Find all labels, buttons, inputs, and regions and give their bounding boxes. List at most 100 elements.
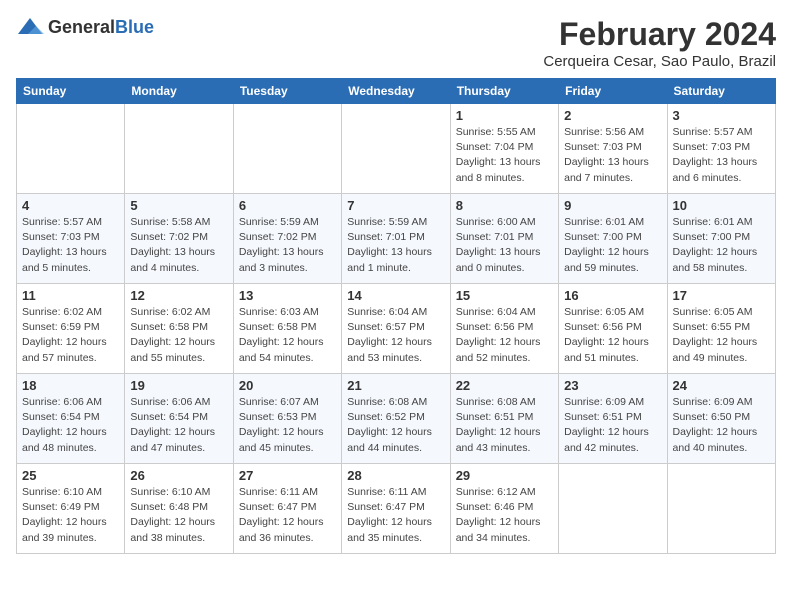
weekday-header-row: SundayMondayTuesdayWednesdayThursdayFrid… (17, 79, 776, 104)
day-cell: 16 Sunrise: 6:05 AM Sunset: 6:56 PM Dayli… (559, 284, 667, 374)
day-cell: 12 Sunrise: 6:02 AM Sunset: 6:58 PM Dayli… (125, 284, 233, 374)
day-cell: 5 Sunrise: 5:58 AM Sunset: 7:02 PM Daylig… (125, 194, 233, 284)
day-cell: 26 Sunrise: 6:10 AM Sunset: 6:48 PM Dayli… (125, 464, 233, 554)
day-cell: 9 Sunrise: 6:01 AM Sunset: 7:00 PM Daylig… (559, 194, 667, 284)
logo-blue: Blue (115, 17, 154, 37)
day-cell: 3 Sunrise: 5:57 AM Sunset: 7:03 PM Daylig… (667, 104, 775, 194)
weekday-friday: Friday (559, 79, 667, 104)
day-detail: Sunrise: 6:03 AM Sunset: 6:58 PM Dayligh… (239, 305, 336, 366)
weekday-monday: Monday (125, 79, 233, 104)
weekday-tuesday: Tuesday (233, 79, 341, 104)
weekday-thursday: Thursday (450, 79, 558, 104)
day-detail: Sunrise: 5:58 AM Sunset: 7:02 PM Dayligh… (130, 215, 227, 276)
day-cell: 28 Sunrise: 6:11 AM Sunset: 6:47 PM Dayli… (342, 464, 450, 554)
day-number: 29 (456, 468, 553, 483)
day-number: 20 (239, 378, 336, 393)
day-detail: Sunrise: 6:10 AM Sunset: 6:48 PM Dayligh… (130, 485, 227, 546)
day-detail: Sunrise: 5:59 AM Sunset: 7:02 PM Dayligh… (239, 215, 336, 276)
day-detail: Sunrise: 6:05 AM Sunset: 6:55 PM Dayligh… (673, 305, 770, 366)
day-cell: 11 Sunrise: 6:02 AM Sunset: 6:59 PM Dayli… (17, 284, 125, 374)
day-cell: 1Sunrise: 5:55 AM Sunset: 7:04 PM Daylig… (450, 104, 558, 194)
day-detail: Sunrise: 6:06 AM Sunset: 6:54 PM Dayligh… (130, 395, 227, 456)
day-detail: Sunrise: 5:59 AM Sunset: 7:01 PM Dayligh… (347, 215, 444, 276)
day-detail: Sunrise: 5:56 AM Sunset: 7:03 PM Dayligh… (564, 125, 661, 186)
day-cell: 7 Sunrise: 5:59 AM Sunset: 7:01 PM Daylig… (342, 194, 450, 284)
day-detail: Sunrise: 6:02 AM Sunset: 6:59 PM Dayligh… (22, 305, 119, 366)
day-detail: Sunrise: 6:09 AM Sunset: 6:51 PM Dayligh… (564, 395, 661, 456)
calendar-table: SundayMondayTuesdayWednesdayThursdayFrid… (16, 78, 776, 554)
day-detail: Sunrise: 6:07 AM Sunset: 6:53 PM Dayligh… (239, 395, 336, 456)
day-number: 16 (564, 288, 661, 303)
weekday-saturday: Saturday (667, 79, 775, 104)
day-detail: Sunrise: 5:55 AM Sunset: 7:04 PM Dayligh… (456, 125, 553, 186)
day-cell: 24Sunrise: 6:09 AM Sunset: 6:50 PM Dayli… (667, 374, 775, 464)
week-row-5: 25 Sunrise: 6:10 AM Sunset: 6:49 PM Dayli… (17, 464, 776, 554)
day-detail: Sunrise: 6:04 AM Sunset: 6:57 PM Dayligh… (347, 305, 444, 366)
day-cell (125, 104, 233, 194)
day-cell: 27Sunrise: 6:11 AM Sunset: 6:47 PM Dayli… (233, 464, 341, 554)
day-cell: 29 Sunrise: 6:12 AM Sunset: 6:46 PM Dayli… (450, 464, 558, 554)
week-row-2: 4Sunrise: 5:57 AM Sunset: 7:03 PM Daylig… (17, 194, 776, 284)
day-number: 17 (673, 288, 770, 303)
day-cell: 10Sunrise: 6:01 AM Sunset: 7:00 PM Dayli… (667, 194, 775, 284)
day-cell: 17 Sunrise: 6:05 AM Sunset: 6:55 PM Dayli… (667, 284, 775, 374)
logo-general: General (48, 17, 115, 37)
logo-icon (16, 16, 44, 38)
day-number: 26 (130, 468, 227, 483)
day-number: 19 (130, 378, 227, 393)
day-detail: Sunrise: 6:11 AM Sunset: 6:47 PM Dayligh… (239, 485, 336, 546)
day-number: 14 (347, 288, 444, 303)
day-number: 9 (564, 198, 661, 213)
day-cell: 21Sunrise: 6:08 AM Sunset: 6:52 PM Dayli… (342, 374, 450, 464)
day-detail: Sunrise: 6:10 AM Sunset: 6:49 PM Dayligh… (22, 485, 119, 546)
day-number: 28 (347, 468, 444, 483)
day-detail: Sunrise: 6:00 AM Sunset: 7:01 PM Dayligh… (456, 215, 553, 276)
calendar-body: 1Sunrise: 5:55 AM Sunset: 7:04 PM Daylig… (17, 104, 776, 554)
day-number: 25 (22, 468, 119, 483)
day-detail: Sunrise: 6:05 AM Sunset: 6:56 PM Dayligh… (564, 305, 661, 366)
day-number: 3 (673, 108, 770, 123)
day-number: 10 (673, 198, 770, 213)
day-cell: 13Sunrise: 6:03 AM Sunset: 6:58 PM Dayli… (233, 284, 341, 374)
day-cell (667, 464, 775, 554)
day-cell (559, 464, 667, 554)
day-detail: Sunrise: 6:12 AM Sunset: 6:46 PM Dayligh… (456, 485, 553, 546)
day-cell: 25 Sunrise: 6:10 AM Sunset: 6:49 PM Dayli… (17, 464, 125, 554)
logo: GeneralBlue (16, 16, 154, 38)
day-cell: 6 Sunrise: 5:59 AM Sunset: 7:02 PM Daylig… (233, 194, 341, 284)
day-cell: 20 Sunrise: 6:07 AM Sunset: 6:53 PM Dayli… (233, 374, 341, 464)
week-row-4: 18 Sunrise: 6:06 AM Sunset: 6:54 PM Dayli… (17, 374, 776, 464)
day-detail: Sunrise: 6:11 AM Sunset: 6:47 PM Dayligh… (347, 485, 444, 546)
day-detail: Sunrise: 6:06 AM Sunset: 6:54 PM Dayligh… (22, 395, 119, 456)
day-number: 15 (456, 288, 553, 303)
day-number: 2 (564, 108, 661, 123)
day-number: 7 (347, 198, 444, 213)
day-number: 6 (239, 198, 336, 213)
page-subtitle: Cerqueira Cesar, Sao Paulo, Brazil (543, 53, 776, 70)
day-cell: 18 Sunrise: 6:06 AM Sunset: 6:54 PM Dayli… (17, 374, 125, 464)
page-header: GeneralBlue February 2024 Cerqueira Cesa… (16, 16, 776, 70)
day-cell: 23 Sunrise: 6:09 AM Sunset: 6:51 PM Dayli… (559, 374, 667, 464)
day-number: 18 (22, 378, 119, 393)
day-number: 5 (130, 198, 227, 213)
day-cell: 19 Sunrise: 6:06 AM Sunset: 6:54 PM Dayli… (125, 374, 233, 464)
day-cell (342, 104, 450, 194)
day-number: 24 (673, 378, 770, 393)
day-number: 22 (456, 378, 553, 393)
day-cell: 15 Sunrise: 6:04 AM Sunset: 6:56 PM Dayli… (450, 284, 558, 374)
day-number: 11 (22, 288, 119, 303)
title-area: February 2024 Cerqueira Cesar, Sao Paulo… (543, 16, 776, 70)
day-detail: Sunrise: 6:08 AM Sunset: 6:52 PM Dayligh… (347, 395, 444, 456)
day-number: 23 (564, 378, 661, 393)
day-cell (17, 104, 125, 194)
day-number: 8 (456, 198, 553, 213)
day-number: 4 (22, 198, 119, 213)
day-cell: 2 Sunrise: 5:56 AM Sunset: 7:03 PM Daylig… (559, 104, 667, 194)
page-title: February 2024 (543, 16, 776, 53)
day-detail: Sunrise: 5:57 AM Sunset: 7:03 PM Dayligh… (673, 125, 770, 186)
day-cell: 8 Sunrise: 6:00 AM Sunset: 7:01 PM Daylig… (450, 194, 558, 284)
day-detail: Sunrise: 6:02 AM Sunset: 6:58 PM Dayligh… (130, 305, 227, 366)
day-detail: Sunrise: 6:01 AM Sunset: 7:00 PM Dayligh… (564, 215, 661, 276)
day-detail: Sunrise: 6:04 AM Sunset: 6:56 PM Dayligh… (456, 305, 553, 366)
day-number: 12 (130, 288, 227, 303)
